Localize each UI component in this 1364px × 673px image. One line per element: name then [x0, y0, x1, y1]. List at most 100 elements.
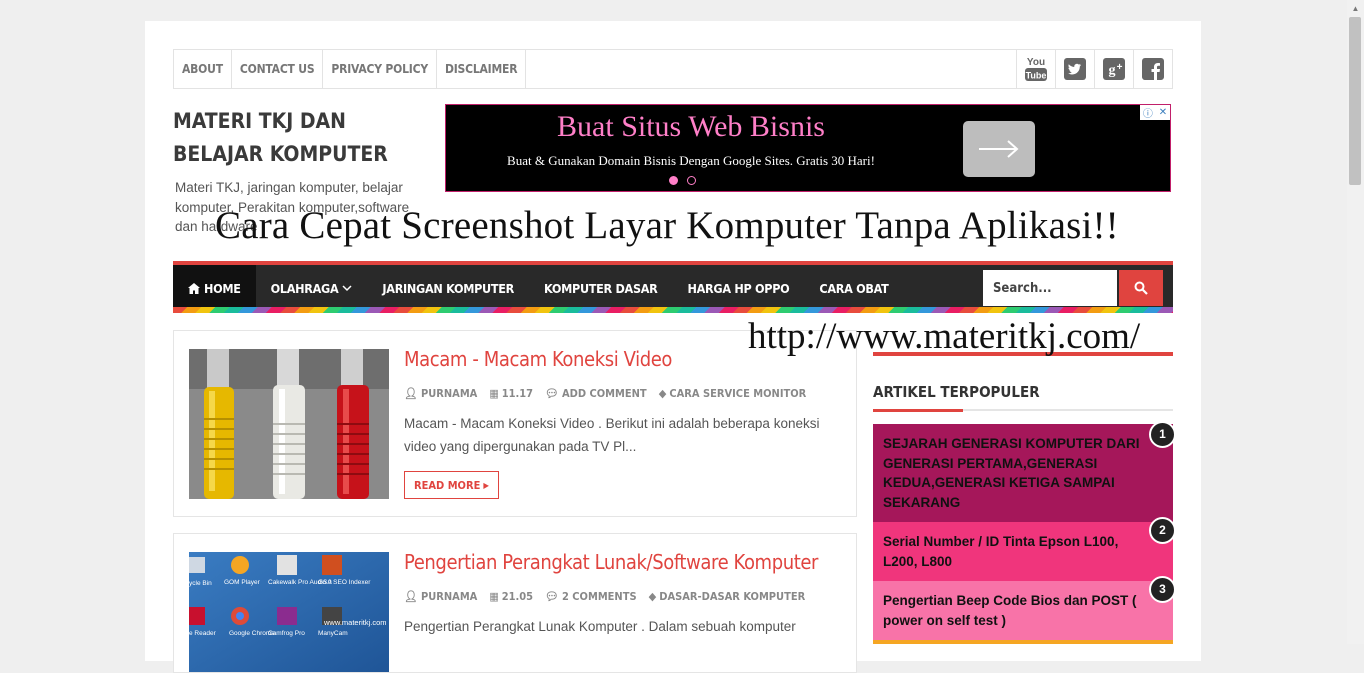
scrollbar-thumb[interactable] [1349, 17, 1361, 185]
youtube-icon[interactable]: You Tube [1016, 50, 1055, 88]
popular-item-next[interactable] [873, 640, 1173, 644]
post-time-label: 21.05 [501, 590, 533, 603]
svg-text:g: g [1109, 63, 1116, 78]
home-icon [188, 282, 200, 294]
post-author[interactable]: 👤︎ PURNAMA [404, 387, 477, 400]
search-input[interactable] [983, 270, 1117, 306]
overlay-url: http://www.materitkj.com/ [748, 316, 1141, 357]
topnav-contact-link[interactable]: CONTACT US [232, 50, 324, 88]
site-title[interactable]: MATERI TKJ DAN BELAJAR KOMPUTER [173, 105, 423, 171]
post-comments-label: 2 COMMENTS [561, 590, 637, 603]
ad-text: Buat & Gunakan Domain Bisnis Dengan Goog… [507, 153, 875, 168]
svg-text:e Reader: e Reader [189, 630, 217, 637]
svg-text:www.materitkj.com: www.materitkj.com [323, 618, 387, 627]
post-thumbnail[interactable]: ycle Bin GOM Player Cakewalk Pro Audio 9… [189, 552, 389, 672]
post-meta: 👤︎ PURNAMA ▦ 21.05 💬︎ 2 COMMENTS ◆ DASAR-DAS… [404, 590, 805, 603]
popular-item[interactable]: Pengertian Beep Code Bios dan POST ( pow… [873, 576, 1176, 640]
nav-jaringan-komputer[interactable]: JARINGAN KOMPUTER [367, 265, 529, 311]
svg-text:+: + [1117, 62, 1123, 73]
post-title[interactable]: Macam - Macam Koneksi Video [404, 347, 672, 371]
svg-text:GOM Player: GOM Player [224, 579, 261, 586]
info-icon[interactable]: ⓘ [1143, 105, 1153, 120]
svg-text:ycle Bin: ycle Bin [189, 580, 212, 587]
svg-text:GSA SEO Indexer: GSA SEO Indexer [318, 579, 371, 586]
scroll-up-arrow[interactable]: ▲ [1347, 0, 1364, 17]
top-nav: ABOUT CONTACT US PRIVACY POLICY DISCLAIM… [173, 49, 1173, 89]
nav-komputer-dasar[interactable]: KOMPUTER DASAR [529, 265, 673, 311]
nav-cara-obat[interactable]: CARA OBAT [804, 265, 903, 311]
popular-rank-badge: 2 [1149, 517, 1176, 544]
close-icon[interactable]: ✕ [1159, 107, 1167, 118]
google-plus-icon[interactable]: g + [1094, 50, 1133, 88]
scrollbar[interactable]: ▲ [1347, 0, 1364, 644]
comments-icon: 💬︎ [545, 590, 559, 603]
popular-item-title: SEJARAH GENERASI KOMPUTER DARI GENERASI … [883, 436, 1140, 510]
read-more-label: READ MORE [414, 478, 481, 492]
post-title[interactable]: Pengertian Perangkat Lunak/Software Komp… [404, 550, 818, 574]
post-card: Macam - Macam Koneksi Video 👤︎ PURNAMA ▦ 1… [173, 330, 857, 517]
nav-rainbow-stripe [173, 307, 1173, 313]
topnav-disclaimer-link[interactable]: DISCLAIMER [437, 50, 527, 88]
tag-icon: ◆ [658, 387, 667, 400]
post-comments[interactable]: 💬︎ 2 COMMENTS [545, 590, 637, 603]
topnav-about-link[interactable]: ABOUT [174, 50, 232, 88]
ad-choices-badge[interactable]: ⓘ ✕ [1140, 105, 1170, 120]
caret-right-icon: ▶ [483, 480, 489, 490]
post-time: ▦ 21.05 [489, 590, 533, 603]
tag-icon: ◆ [648, 590, 657, 603]
svg-text:Camfrog Pro: Camfrog Pro [268, 630, 305, 637]
ad-title[interactable]: Buat Situs Web Bisnis [446, 110, 936, 144]
ad-pagination [669, 176, 696, 185]
post-author[interactable]: 👤︎ PURNAMA [404, 590, 477, 603]
post-time: ▦ 11.17 [489, 387, 533, 400]
topnav-privacy-link[interactable]: PRIVACY POLICY [323, 50, 437, 88]
post-card: ycle Bin GOM Player Cakewalk Pro Audio 9… [173, 533, 857, 673]
ad-dot[interactable] [687, 176, 696, 185]
ad-banner[interactable]: Buat Situs Web Bisnis Buat & Gunakan Dom… [445, 104, 1171, 192]
svg-text:Tube: Tube [1026, 71, 1047, 81]
search-icon [1134, 281, 1148, 295]
post-time-label: 11.17 [501, 387, 533, 400]
main-nav: HOME OLAHRAGA JARINGAN KOMPUTER KOMPUTER… [173, 261, 1173, 311]
popular-item-title: Serial Number / ID Tinta Epson L100, L20… [883, 534, 1119, 569]
post-meta: 👤︎ PURNAMA ▦ 11.17 💬︎ ADD COMMENT ◆ CARA SER… [404, 387, 806, 400]
read-more-button[interactable]: READ MORE ▶ [404, 471, 499, 499]
post-category-label: DASAR-DASAR KOMPUTER [659, 590, 806, 603]
calendar-icon: ▦ [489, 590, 499, 603]
overlay-title: Cara Cepat Screenshot Layar Komputer Tan… [215, 204, 1119, 247]
widget-title-underline [873, 409, 1173, 412]
user-icon: 👤︎ [404, 590, 418, 603]
post-thumbnail[interactable] [189, 349, 389, 499]
nav-harga-hp-oppo[interactable]: HARGA HP OPPO [673, 265, 805, 311]
svg-text:You: You [1027, 57, 1045, 68]
popular-rank-badge: 3 [1149, 576, 1176, 603]
user-icon: 👤︎ [404, 387, 418, 400]
search-button[interactable] [1119, 270, 1163, 306]
post-category[interactable]: ◆ DASAR-DASAR KOMPUTER [649, 590, 806, 603]
facebook-icon[interactable] [1133, 50, 1172, 88]
popular-item[interactable]: Serial Number / ID Tinta Epson L100, L20… [873, 517, 1176, 581]
comments-icon: 💬︎ [545, 387, 559, 400]
arrow-right-icon [979, 140, 1019, 158]
nav-home-label: HOME [204, 280, 241, 296]
post-category-label: CARA SERVICE MONITOR [669, 387, 807, 400]
ad-arrow-button[interactable] [963, 121, 1035, 177]
post-comments-label: ADD COMMENT [561, 387, 647, 400]
popular-rank-badge: 1 [1149, 421, 1176, 448]
post-comments[interactable]: 💬︎ ADD COMMENT [545, 387, 647, 400]
post-category[interactable]: ◆ CARA SERVICE MONITOR [659, 387, 807, 400]
widget-title: ARTIKEL TERPOPULER [873, 383, 1040, 401]
post-excerpt: Pengertian Perangkat Lunak Komputer . Da… [404, 619, 796, 634]
post-author-label: PURNAMA [420, 590, 478, 603]
popular-item[interactable]: SEJARAH GENERASI KOMPUTER DARI GENERASI … [873, 421, 1176, 522]
ad-dot-active[interactable] [669, 176, 678, 185]
post-author-label: PURNAMA [420, 387, 478, 400]
nav-olahraga-label: OLAHRAGA [270, 280, 339, 296]
calendar-icon: ▦ [489, 387, 499, 400]
nav-home[interactable]: HOME [173, 265, 256, 311]
nav-olahraga[interactable]: OLAHRAGA [256, 265, 368, 311]
twitter-icon[interactable] [1055, 50, 1094, 88]
svg-text:ManyCam: ManyCam [318, 630, 348, 637]
chevron-down-icon [342, 285, 352, 292]
post-excerpt: Macam - Macam Koneksi Video . Berikut in… [404, 416, 820, 454]
